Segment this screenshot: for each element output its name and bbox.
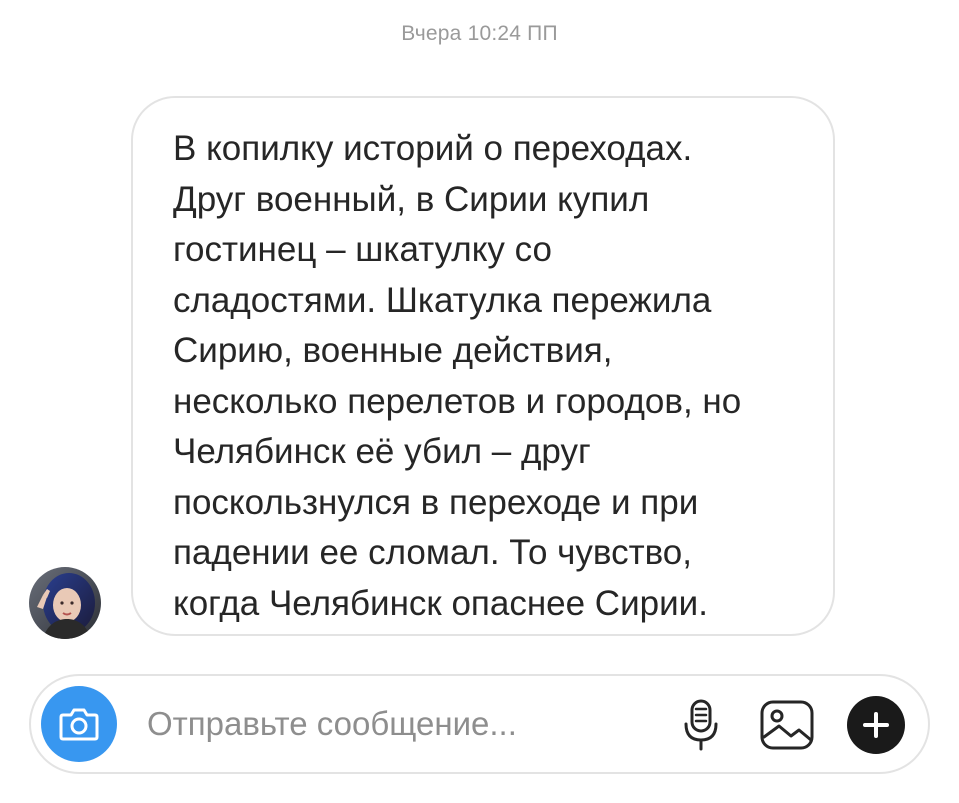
incoming-message-bubble[interactable]: В копилку историй о переходах. Друг воен… [131, 96, 835, 636]
plus-icon [863, 712, 889, 738]
message-text: В копилку историй о переходах. Друг воен… [173, 129, 742, 623]
sender-avatar[interactable] [29, 567, 101, 639]
camera-button[interactable] [41, 686, 117, 762]
message-timestamp: Вчера 10:24 ПП [401, 22, 558, 45]
image-icon [760, 700, 814, 750]
voice-message-button[interactable] [673, 696, 729, 754]
avatar-photo [29, 567, 101, 639]
message-composer [29, 674, 930, 774]
camera-icon [59, 708, 99, 741]
message-input[interactable] [147, 698, 647, 750]
gallery-button[interactable] [757, 696, 817, 754]
more-options-button[interactable] [847, 696, 905, 754]
microphone-icon [684, 699, 718, 751]
